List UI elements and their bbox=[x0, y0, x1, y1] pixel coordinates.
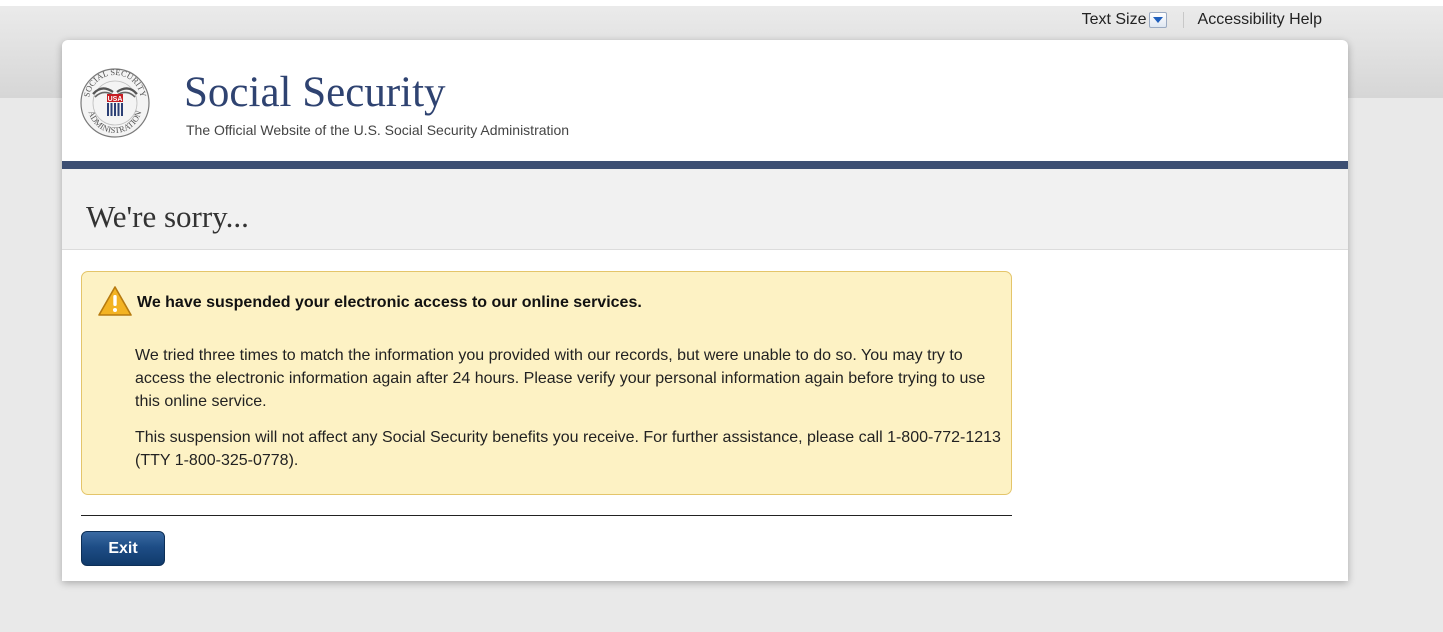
suspension-alert: We have suspended your electronic access… bbox=[81, 271, 1012, 495]
site-subtitle: The Official Website of the U.S. Social … bbox=[186, 122, 570, 138]
page-title: We're sorry... bbox=[86, 199, 249, 234]
text-size-label: Text Size bbox=[1081, 11, 1147, 28]
site-header: SOCIAL SECURITY ADMINISTRATION USA Socia… bbox=[62, 40, 1348, 161]
warning-triangle-icon bbox=[98, 286, 132, 316]
alert-body: We tried three times to match the inform… bbox=[135, 344, 1005, 485]
top-edge bbox=[0, 0, 1443, 6]
header-divider bbox=[62, 161, 1348, 169]
chevron-down-icon[interactable] bbox=[1148, 12, 1167, 28]
alert-title: We have suspended your electronic access… bbox=[137, 294, 642, 311]
site-title[interactable]: Social Security bbox=[184, 70, 446, 116]
text-size-control[interactable]: Text Size bbox=[1082, 11, 1167, 29]
alert-paragraph: This suspension will not affect any Soci… bbox=[135, 429, 1001, 469]
accessibility-help-link[interactable]: Accessibility Help bbox=[1198, 11, 1322, 29]
page-title-band: We're sorry... bbox=[62, 169, 1348, 250]
svg-text:USA: USA bbox=[108, 96, 123, 103]
content-divider bbox=[81, 515, 1012, 516]
exit-button[interactable]: Exit bbox=[81, 531, 165, 566]
main-card: SOCIAL SECURITY ADMINISTRATION USA Socia… bbox=[62, 40, 1348, 581]
utility-bar: Text Size Accessibility Help bbox=[1082, 10, 1322, 30]
utility-divider bbox=[1182, 12, 1184, 28]
alert-paragraph: We tried three times to match the inform… bbox=[135, 347, 986, 410]
ssa-seal-icon[interactable]: SOCIAL SECURITY ADMINISTRATION USA bbox=[80, 56, 150, 146]
